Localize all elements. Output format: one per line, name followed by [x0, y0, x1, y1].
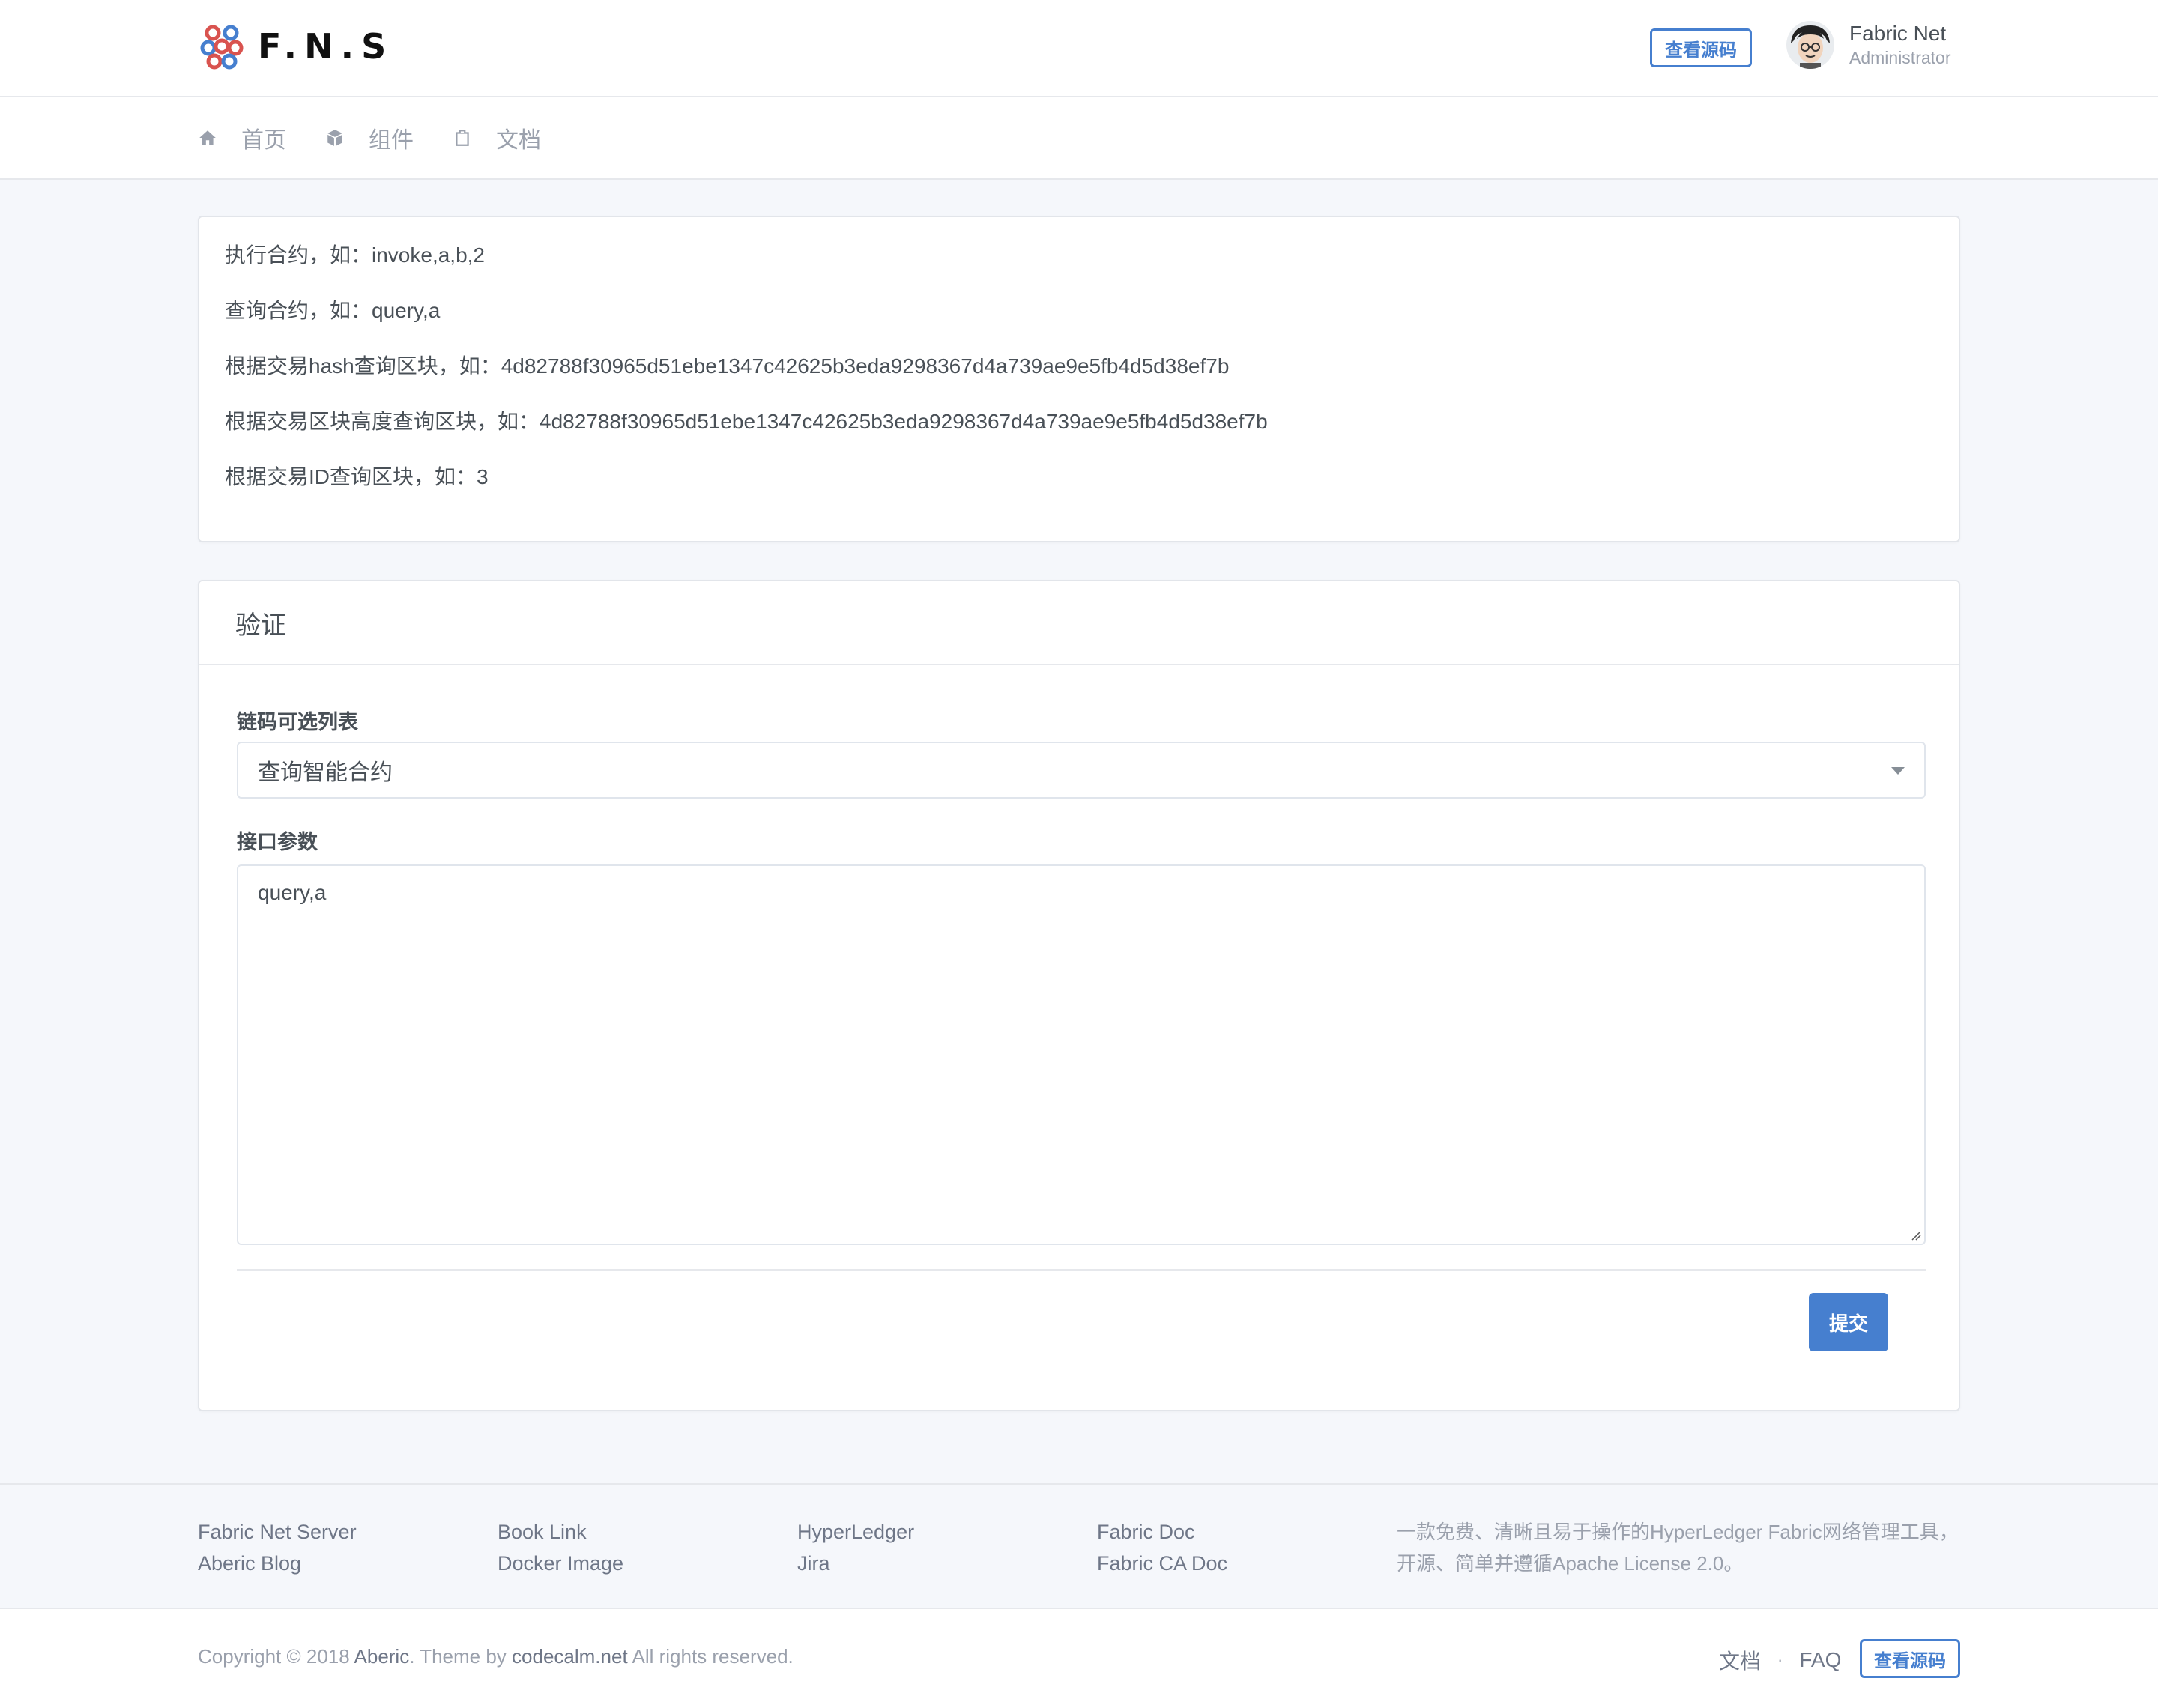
- footer-links-section: Fabric Net Server Aberic Blog Book Link …: [0, 1483, 2158, 1608]
- footer-link[interactable]: Jira: [797, 1548, 914, 1579]
- divider: [237, 1269, 1926, 1271]
- footer-docs-link[interactable]: 文档: [1719, 1645, 1761, 1675]
- theme-link[interactable]: codecalm.net: [512, 1645, 628, 1668]
- params-label: 接口参数: [237, 831, 318, 853]
- home-icon: [199, 130, 216, 145]
- footer-link[interactable]: HyperLedger: [797, 1516, 914, 1548]
- footer-bottom: Copyright © 2018 Aberic. Theme by codeca…: [0, 1608, 2158, 1708]
- copyright-suffix: All rights reserved.: [627, 1645, 794, 1668]
- nav-item-label: 文档: [496, 128, 541, 153]
- usage-info-card: 执行合约，如：invoke,a,b,2 查询合约，如：query,a 根据交易h…: [198, 216, 1960, 542]
- info-line: 根据交易区块高度查询区块，如：4d82788f30965d51ebe1347c4…: [225, 410, 1268, 433]
- nav-item-label: 组件: [369, 128, 414, 153]
- footer-column: HyperLedger Jira: [797, 1516, 914, 1579]
- clipboard-icon: [456, 130, 469, 146]
- chaincode-select-label: 链码可选列表: [237, 711, 358, 733]
- card-header: 验证: [199, 581, 1959, 665]
- chaincode-select[interactable]: 查询智能合约: [237, 742, 1926, 799]
- copyright-mid: . Theme by: [409, 1645, 513, 1668]
- footer-link[interactable]: Fabric Net Server: [198, 1516, 357, 1548]
- submit-button[interactable]: 提交: [1809, 1293, 1888, 1351]
- logo-text: F.N.S: [258, 26, 394, 67]
- user-name: Fabric Net: [1849, 22, 1947, 45]
- copyright-author-link[interactable]: Aberic: [354, 1645, 410, 1668]
- nav-item-docs[interactable]: 文档: [453, 121, 541, 154]
- logo-mark-icon: [200, 25, 244, 70]
- user-menu[interactable]: Fabric Net Administrator: [1786, 21, 1950, 69]
- card-title: 验证: [235, 611, 286, 640]
- footer-link[interactable]: Aberic Blog: [198, 1548, 357, 1579]
- copyright: Copyright © 2018 Aberic. Theme by codeca…: [198, 1645, 794, 1668]
- footer-column: Book Link Docker Image: [498, 1516, 623, 1579]
- avatar: [1786, 21, 1834, 69]
- footer-link[interactable]: Fabric Doc: [1097, 1516, 1227, 1548]
- select-value: 查询智能合约: [258, 760, 393, 785]
- box-icon: [327, 130, 342, 146]
- info-line: 执行合约，如：invoke,a,b,2: [225, 243, 485, 267]
- footer-view-source-button[interactable]: 查看源码: [1860, 1639, 1960, 1678]
- logo[interactable]: F.N.S: [198, 22, 393, 70]
- info-line: 根据交易ID查询区块，如：3: [225, 465, 489, 488]
- nav-item-home[interactable]: 首页: [198, 121, 286, 154]
- footer-nav: 文档 · FAQ: [1719, 1645, 1841, 1675]
- nav-item-components[interactable]: 组件: [325, 121, 414, 154]
- caret-down-icon: [1891, 767, 1905, 775]
- top-header: F.N.S 查看源码 Fabric Net Administrator: [0, 0, 2158, 97]
- main-nav: 首页 组件 文档: [0, 97, 2158, 180]
- view-source-button[interactable]: 查看源码: [1650, 28, 1752, 67]
- verify-form-card: 验证 链码可选列表 查询智能合约 接口参数 query,a 提交: [198, 580, 1960, 1411]
- info-line: 根据交易hash查询区块，如：4d82788f30965d51ebe1347c4…: [225, 354, 1230, 378]
- params-value: query,a: [258, 881, 327, 904]
- footer-column: Fabric Net Server Aberic Blog: [198, 1516, 357, 1579]
- footer-link[interactable]: Book Link: [498, 1516, 623, 1548]
- footer-link[interactable]: Docker Image: [498, 1548, 623, 1579]
- copyright-prefix: Copyright © 2018: [198, 1645, 354, 1668]
- separator: ·: [1777, 1650, 1783, 1669]
- footer-description: 一款免费、清晰且易于操作的HyperLedger Fabric网络管理工具，开源…: [1397, 1521, 1959, 1575]
- info-line: 查询合约，如：query,a: [225, 299, 441, 322]
- params-textarea[interactable]: query,a: [237, 864, 1926, 1245]
- footer-column: Fabric Doc Fabric CA Doc: [1097, 1516, 1227, 1579]
- resize-grip-icon[interactable]: [1909, 1229, 1921, 1241]
- footer-link[interactable]: Fabric CA Doc: [1097, 1548, 1227, 1579]
- user-role: Administrator: [1849, 48, 1951, 67]
- nav-item-label: 首页: [241, 128, 286, 153]
- footer-faq-link[interactable]: FAQ: [1799, 1648, 1841, 1672]
